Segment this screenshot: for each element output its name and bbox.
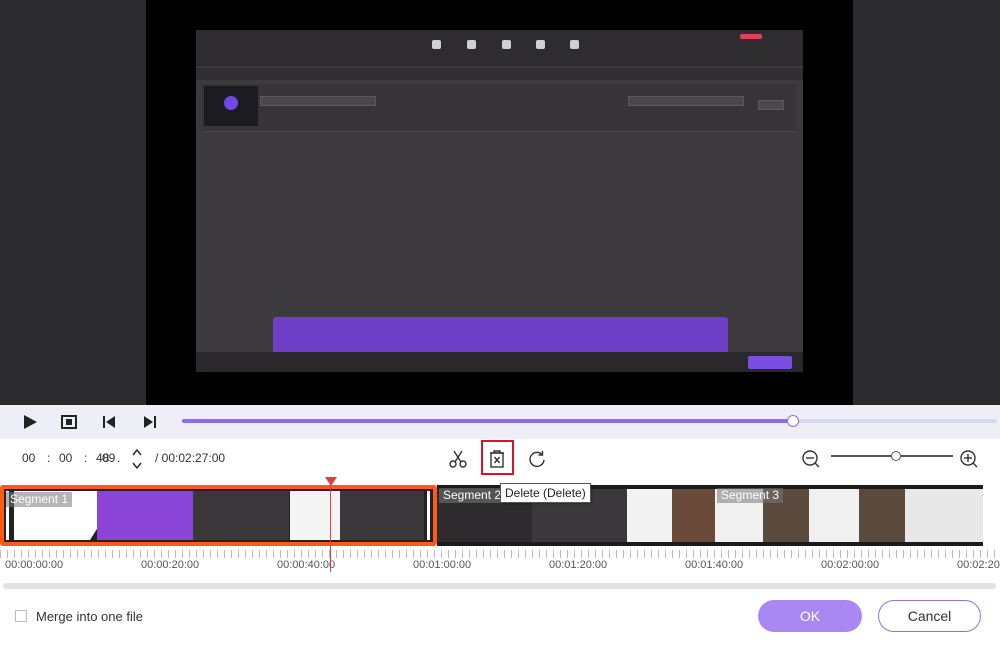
- video-app-badge: [740, 34, 762, 39]
- play-icon: [224, 96, 238, 110]
- ruler-tick-label: 00:01:00:00: [413, 559, 472, 571]
- ruler-tick-label: 00:02:00:00: [821, 559, 880, 571]
- segment-thumbnail: [97, 491, 193, 540]
- timecode-frames-value: 09: [102, 451, 116, 465]
- delete-button-highlight: [481, 440, 514, 475]
- timecode-hours[interactable]: 00: [22, 451, 35, 465]
- segment-thumbnail: [859, 489, 905, 542]
- video-app-field: [260, 96, 376, 106]
- previous-icon: [103, 416, 115, 428]
- zoom-in-icon: [960, 450, 978, 468]
- video-preview-area: [0, 0, 1000, 405]
- segment-thumbnail: [193, 491, 289, 540]
- video-app-topbar: [196, 30, 803, 66]
- play-button[interactable]: [21, 413, 39, 431]
- zoom-slider-handle[interactable]: [891, 451, 901, 461]
- rotate-button[interactable]: [525, 447, 549, 471]
- play-icon: [24, 415, 37, 429]
- rotate-icon: [529, 451, 545, 468]
- ruler-tick-label: 00:02:20:00: [957, 559, 1000, 571]
- segment-trim-handle-right[interactable]: [427, 491, 430, 540]
- delete-tooltip: Delete (Delete): [500, 483, 591, 503]
- playhead-handle[interactable]: [325, 477, 337, 486]
- video-app-tab-icon: [536, 40, 545, 49]
- timecode-frames[interactable]: 09: [101, 451, 115, 465]
- video-trim-dialog: 00 : 00 : 48 . 09 / 00:02:27:00 Delete (…: [0, 0, 1000, 648]
- video-app-tab-icon: [467, 40, 476, 49]
- zoom-out-button[interactable]: [799, 447, 823, 471]
- next-icon: [144, 416, 156, 428]
- cancel-button[interactable]: Cancel: [878, 600, 981, 632]
- merge-label[interactable]: Merge into one file: [36, 609, 143, 624]
- zoom-out-icon: [802, 450, 820, 468]
- scissors-icon: [449, 450, 467, 468]
- timeline-segment-1[interactable]: Segment 1: [0, 485, 437, 546]
- playhead-line: [330, 482, 331, 572]
- timeline-ruler: [0, 550, 1000, 558]
- segment-thumbnail: [340, 491, 424, 540]
- video-frame: [196, 30, 803, 372]
- timecode-spinner[interactable]: [131, 447, 143, 471]
- video-app-tab-icon: [502, 40, 511, 49]
- cut-button[interactable]: [446, 447, 470, 471]
- ruler-tick-label: 00:01:40:00: [685, 559, 744, 571]
- video-app-file-row: [202, 84, 796, 132]
- playback-progress-fill: [182, 419, 794, 423]
- segment-thumbnail: [290, 491, 340, 540]
- segment-thumbnail: [672, 489, 715, 542]
- segment-label: Segment 2: [439, 488, 506, 503]
- video-app-convert-button: [748, 356, 792, 369]
- next-frame-button[interactable]: [141, 413, 159, 431]
- stop-icon: [61, 415, 77, 429]
- dialog-footer: Merge into one file OK Cancel: [0, 591, 1000, 648]
- ok-button[interactable]: OK: [758, 600, 862, 632]
- ruler-tick-label: 00:00:20:00: [141, 559, 200, 571]
- segment-thumbnail: [809, 489, 859, 542]
- segment-label: Segment 1: [6, 492, 73, 507]
- timecode-minutes[interactable]: 00: [59, 451, 72, 465]
- video-app-thumbnail: [204, 86, 258, 126]
- zoom-in-button[interactable]: [957, 447, 981, 471]
- previous-frame-button[interactable]: [100, 413, 118, 431]
- video-app-field: [758, 100, 784, 110]
- video-app-tab-icon: [432, 40, 441, 49]
- timecode-separator: :: [47, 451, 51, 465]
- video-app-tab-icon: [570, 40, 579, 49]
- timecode-dot: .: [117, 451, 121, 465]
- video-app-bottom-bar: [196, 352, 803, 372]
- segment-thumbnail: [627, 489, 672, 542]
- timeline-segment-3[interactable]: Segment 3: [715, 485, 983, 546]
- segment-label: Segment 3: [717, 488, 784, 503]
- merge-checkbox[interactable]: [15, 610, 27, 622]
- segment-thumbnail: [905, 489, 983, 542]
- playback-progress-bar[interactable]: [182, 415, 997, 427]
- ruler-tick-label: 00:00:00:00: [5, 559, 64, 571]
- ruler-tick-label: 00:01:20:00: [549, 559, 608, 571]
- total-duration: / 00:02:27:00: [155, 451, 226, 465]
- ruler-tick-label: 00:00:40:00: [277, 559, 336, 571]
- timecode-separator: :: [84, 451, 88, 465]
- timeline-scrollbar[interactable]: [3, 583, 996, 589]
- video-app-field: [628, 96, 744, 106]
- stop-button[interactable]: [60, 413, 78, 431]
- video-app-subbar: [196, 68, 803, 80]
